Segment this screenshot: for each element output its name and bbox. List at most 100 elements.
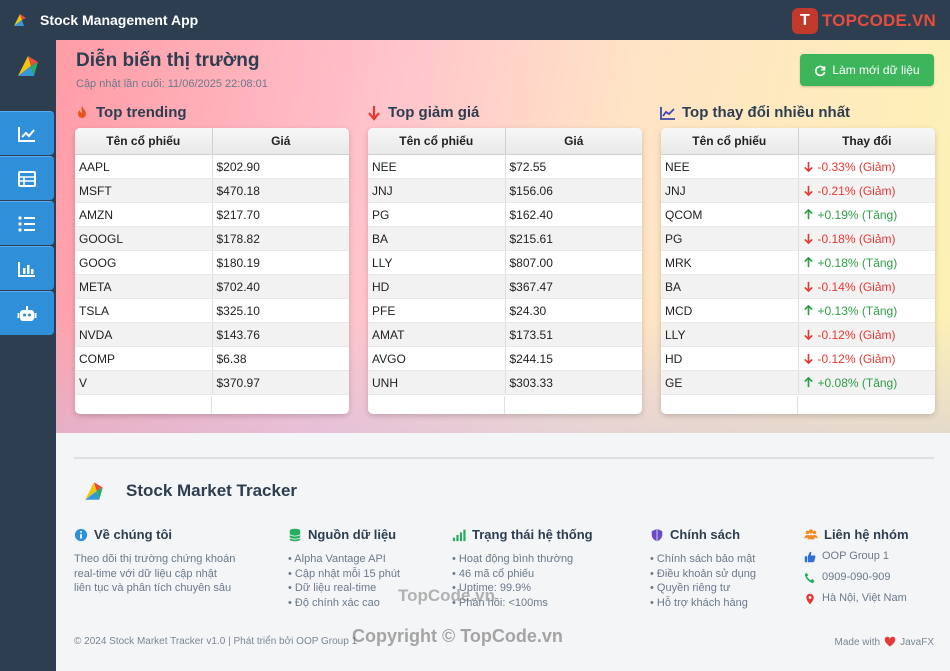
- price-cell: $72.55: [509, 159, 547, 174]
- ticker-cell: QCOM: [661, 203, 799, 226]
- arrow-down-icon: [803, 329, 813, 340]
- chart-line-icon: [18, 126, 35, 142]
- sources-title: Nguồn dữ liệu: [308, 527, 397, 542]
- change-text: -0.14% (Giảm): [817, 279, 896, 294]
- change-cell: -0.14% (Giảm): [799, 275, 936, 298]
- change-text: +0.13% (Tăng): [817, 303, 898, 318]
- change-value: -0.21% (Giảm): [803, 184, 896, 198]
- table-row[interactable]: MCD +0.13% (Tăng): [661, 299, 935, 323]
- table-row[interactable]: LLY -0.12% (Giảm): [661, 323, 935, 347]
- column-header-change[interactable]: Thay đổi: [799, 128, 936, 154]
- table-row[interactable]: NVDA $143.76: [75, 323, 349, 347]
- table-row[interactable]: QCOM +0.19% (Tăng): [661, 203, 935, 227]
- table-row[interactable]: JNJ -0.21% (Giảm): [661, 179, 935, 203]
- table-row[interactable]: PFE $24.30: [368, 299, 642, 323]
- robot-icon: [17, 305, 37, 321]
- arrow-up-icon: [803, 209, 813, 220]
- made-with: Made with JavaFX: [835, 636, 934, 648]
- table-row[interactable]: LLY $807.00: [368, 251, 642, 275]
- price-cell: $370.97: [216, 375, 260, 390]
- table-row[interactable]: MRK +0.18% (Tăng): [661, 251, 935, 275]
- change-text: +0.18% (Tăng): [817, 255, 898, 270]
- movers-table: Tên cổ phiếu Thay đổi NEE -0.33% (Giảm) JN…: [661, 128, 935, 414]
- table-row[interactable]: PG -0.18% (Giảm): [661, 227, 935, 251]
- column-header-name[interactable]: Tên cổ phiếu: [75, 128, 213, 154]
- table-row[interactable]: AAPL $202.90: [75, 155, 349, 179]
- about-line: real-time với dữ liệu cập nhật: [74, 567, 217, 580]
- list-icon: [18, 215, 35, 232]
- arrow-down-icon: [803, 233, 813, 244]
- price-cell: $244.15: [509, 351, 553, 366]
- table-row[interactable]: AVGO $244.15: [368, 347, 642, 371]
- refresh-button[interactable]: Làm mới dữ liệu: [800, 54, 934, 86]
- table-row[interactable]: GE +0.08% (Tăng): [661, 371, 935, 395]
- table-row[interactable]: JNJ $156.06: [368, 179, 642, 203]
- change-value: -0.18% (Giảm): [803, 232, 896, 246]
- column-header-name[interactable]: Tên cổ phiếu: [368, 128, 506, 154]
- policy-link[interactable]: • Hỗ trợ khách hàng: [650, 596, 800, 611]
- ticker-cell: HD: [661, 347, 799, 370]
- policy-link[interactable]: • Chính sách bảo mật: [650, 552, 800, 567]
- policy-link[interactable]: • Quyền riêng tư: [650, 581, 800, 596]
- arrow-down-icon: [803, 353, 813, 364]
- table-row[interactable]: UNH $303.33: [368, 371, 642, 395]
- change-value: +0.13% (Tăng): [803, 303, 898, 318]
- table-row[interactable]: AMZN $217.70: [75, 203, 349, 227]
- table-row[interactable]: META $702.40: [75, 275, 349, 299]
- sidebar-item-analytics[interactable]: [0, 246, 54, 290]
- table-row[interactable]: NEE -0.33% (Giảm): [661, 155, 935, 179]
- table-row[interactable]: MSFT $470.18: [75, 179, 349, 203]
- refresh-label: Làm mới dữ liệu: [832, 63, 920, 77]
- price-cell: $303.33: [509, 375, 553, 390]
- topcode-logo-icon: T: [791, 8, 818, 34]
- table-row[interactable]: GOOG $180.19: [75, 251, 349, 275]
- table-row[interactable]: BA -0.14% (Giảm): [661, 275, 935, 299]
- change-cell: +0.08% (Tăng): [799, 371, 936, 394]
- footer-divider: [74, 457, 934, 459]
- column-header-price[interactable]: Giá: [506, 128, 643, 154]
- footer-about: Về chúng tôi Theo dõi thị trường chứng k…: [74, 527, 264, 596]
- table-row[interactable]: PG $162.40: [368, 203, 642, 227]
- table-row[interactable]: GOOGL $178.82: [75, 227, 349, 251]
- ticker-cell: AMAT: [368, 323, 506, 346]
- table-row[interactable]: V $370.97: [75, 371, 349, 395]
- column-header-price[interactable]: Giá: [213, 128, 350, 154]
- price-cell: $162.40: [509, 207, 553, 222]
- ticker-cell: LLY: [661, 323, 799, 346]
- change-value: +0.19% (Tăng): [803, 208, 897, 222]
- change-value: -0.12% (Giảm): [803, 352, 896, 366]
- table-row[interactable]: COMP $6.38: [75, 347, 349, 371]
- fire-icon: [78, 105, 86, 118]
- column-header-name[interactable]: Tên cổ phiếu: [661, 128, 799, 154]
- table-row[interactable]: NEE $72.55: [368, 155, 642, 179]
- database-icon: [289, 528, 301, 541]
- status-item: • Hoạt động bình thường: [452, 553, 574, 565]
- change-cell: -0.12% (Giảm): [799, 347, 936, 370]
- ticker-cell: PFE: [368, 299, 506, 322]
- sidebar-item-list[interactable]: [0, 201, 54, 245]
- sidebar-item-market[interactable]: [0, 111, 54, 155]
- table-row[interactable]: HD -0.12% (Giảm): [661, 347, 935, 371]
- sidebar-item-bot[interactable]: [0, 291, 54, 335]
- about-line: liên tục và phân tích chuyên sâu: [74, 582, 232, 594]
- table-row[interactable]: AMAT $173.51: [368, 323, 642, 347]
- brand-logo-icon: [85, 482, 103, 500]
- chart-area-icon: [660, 106, 675, 120]
- ticker-cell: AAPL: [75, 155, 213, 178]
- map-pin-icon: [806, 593, 814, 604]
- price-cell: $367.47: [509, 279, 553, 294]
- ticker-cell: META: [75, 275, 213, 298]
- ticker-cell: AMZN: [75, 203, 213, 226]
- price-cell: $6.38: [216, 351, 247, 366]
- table-row[interactable]: BA $215.61: [368, 227, 642, 251]
- table-row[interactable]: HD $367.47: [368, 275, 642, 299]
- app-logo-icon: [14, 14, 26, 26]
- policy-link[interactable]: • Điều khoản sử dụng: [650, 567, 800, 582]
- table-row[interactable]: TSLA $325.10: [75, 299, 349, 323]
- change-value: -0.12% (Giảm): [803, 328, 896, 342]
- users-icon: [804, 528, 818, 539]
- trending-heading: Top trending: [74, 104, 187, 121]
- ticker-cell: NVDA: [75, 323, 213, 346]
- sidebar-item-table[interactable]: [0, 156, 54, 200]
- made-with-tech: JavaFX: [900, 636, 934, 648]
